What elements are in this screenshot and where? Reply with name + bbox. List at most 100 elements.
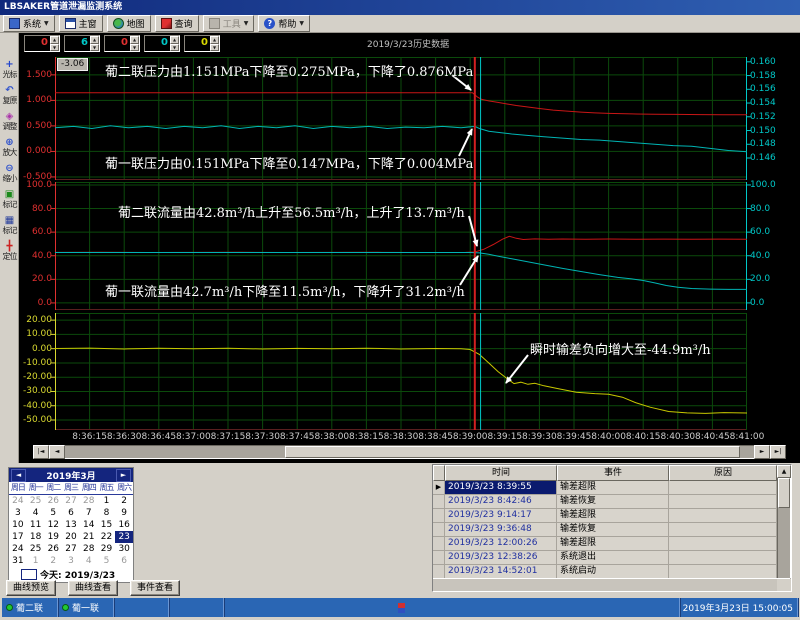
table-scroll-up-icon[interactable]: ▲ [777,465,791,478]
calendar-day[interactable]: 21 [80,531,98,543]
spinner-down-icon[interactable]: ▼ [50,44,59,52]
menu-item-5[interactable]: 工具▼ [203,15,255,32]
calendar-day[interactable]: 24 [9,495,27,507]
calendar-day[interactable]: 13 [62,519,80,531]
spinner-down-icon[interactable]: ▼ [210,44,219,52]
event-view-button[interactable]: 事件查看 [130,580,180,596]
menu-item-4[interactable]: 查询 [155,15,199,32]
calendar-day[interactable]: 2 [44,555,62,567]
curve-preview-button[interactable]: 曲线预览 [6,580,56,596]
calendar-day[interactable]: 20 [62,531,80,543]
calendar-day[interactable]: 28 [80,495,98,507]
spinner-up-icon[interactable]: ▲ [50,36,59,44]
adjust-tool[interactable]: ◈调整 [0,111,19,131]
mark-blue-tool[interactable]: ▦标记 [0,215,19,235]
calendar-day[interactable]: 1 [98,495,116,507]
calendar-day[interactable]: 25 [27,543,45,555]
calendar-day[interactable]: 4 [27,507,45,519]
calendar-day[interactable]: 29 [98,543,116,555]
chart-panel-3[interactable]: 20.0010.000.00-10.00-20.00-30.00-40.00-5… [19,313,798,430]
locate-tool[interactable]: ╋定位 [0,241,19,261]
table-scroll-track[interactable] [777,478,791,578]
spinner-down-icon[interactable]: ▼ [90,44,99,52]
calendar-day[interactable]: 3 [9,507,27,519]
table-row[interactable]: 2019/3/23 9:36:48输差恢复 [433,523,791,537]
calendar-day[interactable]: 19 [44,531,62,543]
chart-plot[interactable] [19,313,798,430]
column-header[interactable]: 事件 [557,465,669,481]
calendar-day[interactable]: 17 [9,531,27,543]
calendar-day[interactable]: 5 [98,555,116,567]
table-row[interactable]: 2019/3/23 14:52:01系统启动 [433,565,791,579]
calendar-day[interactable]: 31 [9,555,27,567]
calendar-day[interactable]: 27 [62,495,80,507]
calendar-day[interactable]: 11 [27,519,45,531]
scroll-left-icon[interactable]: ◄ [49,445,65,459]
spinner-down-icon[interactable]: ▼ [170,44,179,52]
calendar-day[interactable]: 10 [9,519,27,531]
calendar-day[interactable]: 26 [44,495,62,507]
calendar-day[interactable]: 1 [27,555,45,567]
y-axis-tick-right: 0.152 [750,112,796,122]
calendar-day[interactable]: 16 [115,519,133,531]
table-row[interactable]: 2019/3/23 9:14:17输差超限 [433,509,791,523]
table-row[interactable]: ▶2019/3/23 8:39:55输差超限 [433,481,791,495]
zoom-out-tool[interactable]: ⊖缩小 [0,163,19,183]
calendar-day[interactable]: 14 [80,519,98,531]
chart-time-scrollbar[interactable]: |◄◄ ►►| [33,445,786,459]
menu-item-2[interactable]: 主窗 [59,15,103,32]
scroll-right-icon[interactable]: ► [754,445,770,459]
spinner-up-icon[interactable]: ▲ [90,36,99,44]
calendar-day[interactable]: 18 [27,531,45,543]
scroll-jump-right-icon[interactable]: ►| [770,445,786,459]
calendar-day[interactable]: 27 [62,543,80,555]
calendar-day[interactable]: 30 [115,543,133,555]
calendar-day[interactable]: 25 [27,495,45,507]
table-row[interactable]: 2019/3/23 12:38:26系统退出 [433,551,791,565]
scroll-jump-left-icon[interactable]: |◄ [33,445,49,459]
calendar-day[interactable]: 9 [115,507,133,519]
spinner-up-icon[interactable]: ▲ [210,36,219,44]
table-resize-box[interactable] [777,579,791,591]
event-table-vscrollbar[interactable]: ▲▼ [777,465,791,591]
calendar-day[interactable]: 15 [98,519,116,531]
scroll-thumb[interactable] [285,446,740,458]
calendar-day[interactable]: 4 [80,555,98,567]
menu-item-1[interactable]: 系统▼ [3,15,55,32]
table-scroll-thumb[interactable] [778,478,790,508]
calendar-day[interactable]: 23 [115,531,133,543]
calendar-day[interactable]: 12 [44,519,62,531]
row-header-corner [433,465,445,481]
column-header[interactable]: 时间 [445,465,557,481]
chart-panel-2[interactable]: 100.080.060.040.020.00.0100.080.060.040.… [19,182,798,310]
spinner-up-icon[interactable]: ▲ [170,36,179,44]
table-row[interactable]: 2019/3/23 8:42:46输差恢复 [433,495,791,509]
undo-tool[interactable]: ↶复原 [0,85,19,105]
mark-green-tool[interactable]: ▣标记 [0,189,19,209]
menu-item-3[interactable]: 地图 [107,15,151,32]
calendar-day[interactable]: 8 [98,507,116,519]
curve-view-button[interactable]: 曲线查看 [68,580,118,596]
cursor-tool[interactable]: +光标 [0,59,19,79]
calendar-day[interactable]: 2 [115,495,133,507]
calendar-day[interactable]: 22 [98,531,116,543]
menu-item-6[interactable]: ?帮助▼ [258,15,310,32]
event-table-hscroll-strip[interactable] [433,578,777,591]
scroll-track[interactable] [65,445,754,459]
calendar-day[interactable]: 6 [115,555,133,567]
calendar-day[interactable]: 28 [80,543,98,555]
calendar-day[interactable]: 5 [44,507,62,519]
spinner-down-icon[interactable]: ▼ [130,44,139,52]
zoom-in-tool[interactable]: ⊕放大 [0,137,19,157]
table-row[interactable]: 2019/3/23 12:00:26输差超限 [433,537,791,551]
column-header[interactable]: 原因 [669,465,777,481]
calendar-day[interactable]: 24 [9,543,27,555]
calendar-prev-icon[interactable]: ◄ [11,469,26,482]
calendar-next-icon[interactable]: ► [116,469,131,482]
calendar-day[interactable]: 3 [62,555,80,567]
chart-panel-1[interactable]: 1.5001.0000.5000.000-0.5000.1600.1580.15… [19,57,798,180]
calendar-day[interactable]: 7 [80,507,98,519]
spinner-up-icon[interactable]: ▲ [130,36,139,44]
calendar-day[interactable]: 6 [62,507,80,519]
calendar-day[interactable]: 26 [44,543,62,555]
